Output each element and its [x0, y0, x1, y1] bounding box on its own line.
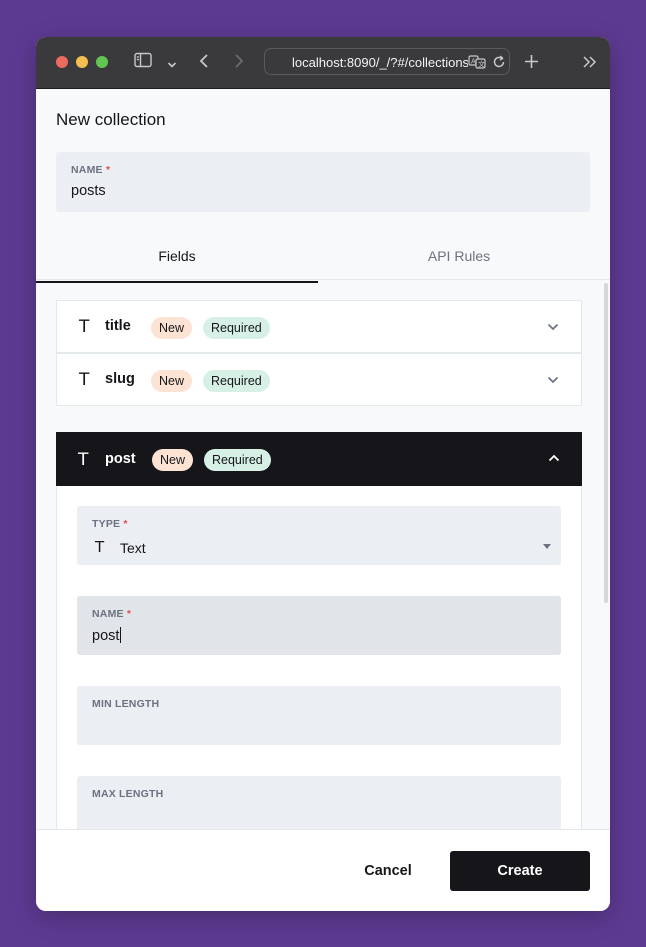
svg-text:文: 文: [478, 60, 485, 69]
minimize-window-button[interactable]: [76, 56, 88, 68]
required-badge: Required: [203, 317, 270, 339]
chevron-down-icon[interactable]: [547, 319, 559, 335]
tab-bar: Fields API Rules: [36, 227, 610, 280]
required-mark: *: [105, 164, 111, 176]
chevron-down-icon[interactable]: [547, 372, 559, 388]
browser-window: localhost:8090/_/?#/collections A文 New c…: [36, 37, 610, 911]
create-button[interactable]: Create: [450, 851, 590, 891]
type-value[interactable]: Text: [120, 540, 146, 556]
tab-fields[interactable]: Fields: [36, 227, 318, 280]
new-badge: New: [151, 317, 193, 339]
collection-name-input[interactable]: posts: [71, 183, 106, 199]
text-type-icon: T: [95, 538, 105, 556]
field-name-post: post: [105, 451, 136, 467]
new-badge: New: [152, 449, 194, 471]
field-row-post[interactable]: T post New Required: [56, 432, 582, 486]
fields-list: T title New Required T slug New Required: [36, 283, 610, 829]
text-cursor: [120, 627, 122, 643]
field-name-field[interactable]: NAME * post: [77, 596, 561, 655]
field-name-title: title: [105, 318, 131, 334]
new-badge: New: [151, 370, 193, 392]
max-length-label: MAX LENGTH: [92, 788, 164, 800]
text-type-icon: T: [79, 370, 90, 390]
double-chevron-right-icon[interactable]: [582, 55, 597, 72]
field-name-slug: slug: [105, 371, 135, 387]
back-arrow-icon[interactable]: [199, 53, 209, 72]
close-window-button[interactable]: [56, 56, 68, 68]
field-options-panel: TYPE * T Text NAME * post MIN LENGTH MAX…: [56, 486, 582, 829]
caret-down-icon[interactable]: [543, 544, 551, 549]
browser-toolbar: localhost:8090/_/?#/collections A文: [36, 37, 610, 89]
chevron-down-icon[interactable]: [167, 56, 177, 72]
text-type-icon: T: [78, 450, 89, 470]
max-length-field[interactable]: MAX LENGTH: [77, 776, 561, 829]
required-mark: *: [123, 518, 128, 530]
type-select[interactable]: TYPE * T Text: [77, 506, 561, 565]
collection-panel: New collection NAME * posts Fields API R…: [36, 89, 610, 829]
plus-icon[interactable]: [524, 54, 539, 72]
collection-name-field[interactable]: NAME * posts: [56, 152, 590, 212]
text-type-icon: T: [79, 317, 90, 337]
required-badge: Required: [204, 449, 271, 471]
reload-icon[interactable]: [492, 55, 506, 72]
sidebar-toggle-icon[interactable]: [134, 52, 152, 71]
field-row-slug[interactable]: T slug New Required: [56, 353, 582, 406]
min-length-label: MIN LENGTH: [92, 698, 160, 710]
field-name-label: NAME: [92, 608, 124, 620]
required-mark: *: [126, 608, 132, 620]
chevron-up-icon[interactable]: [548, 450, 560, 466]
type-label: TYPE: [92, 518, 121, 530]
panel-footer: Cancel Create: [36, 829, 610, 911]
collection-name-label: NAME: [71, 164, 103, 176]
scrollbar[interactable]: [604, 283, 608, 603]
field-row-title[interactable]: T title New Required: [56, 300, 582, 353]
forward-arrow-icon[interactable]: [234, 53, 244, 72]
min-length-field[interactable]: MIN LENGTH: [77, 686, 561, 745]
required-badge: Required: [203, 370, 270, 392]
cancel-button[interactable]: Cancel: [349, 851, 427, 891]
address-bar[interactable]: localhost:8090/_/?#/collections A文: [264, 48, 510, 75]
maximize-window-button[interactable]: [96, 56, 108, 68]
translate-icon[interactable]: A文: [468, 55, 486, 72]
tab-api-rules[interactable]: API Rules: [318, 227, 600, 280]
field-name-input[interactable]: post: [92, 628, 119, 644]
panel-title: New collection: [56, 110, 166, 129]
svg-text:A: A: [471, 58, 476, 66]
address-bar-url[interactable]: localhost:8090/_/?#/collections: [292, 55, 468, 70]
